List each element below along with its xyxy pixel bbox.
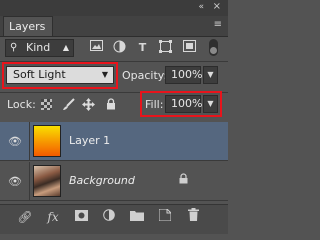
new-layer-icon[interactable] [156, 208, 174, 226]
collapse-icon[interactable]: « [198, 2, 204, 12]
new-group-icon[interactable] [128, 208, 146, 226]
filter-kind-label: Kind [26, 41, 51, 54]
panel-title-bar: « × [0, 0, 228, 16]
smart-object-filter-icon[interactable] [182, 40, 197, 55]
tab-layers[interactable]: Layers [3, 16, 53, 36]
close-icon[interactable]: × [213, 1, 221, 12]
opacity-label: Opacity: [122, 69, 168, 82]
eye-icon[interactable]: 👁︎ [8, 175, 22, 188]
type-filter-icon[interactable]: T [135, 40, 150, 55]
layer-name: Layer 1 [69, 134, 111, 147]
layer-row-layer-1[interactable]: 👁︎ Layer 1 [0, 122, 228, 161]
layers-panel: « × Layers ≡ ⚲ Kind ▲︎ T Soft Light ▼ Op… [0, 0, 228, 234]
opacity-dropdown[interactable]: ▼ [203, 66, 218, 84]
divider [29, 122, 30, 161]
divider [29, 162, 30, 201]
chevron-updown-icon: ▲︎ [62, 43, 69, 52]
lock-label: Lock: [7, 98, 36, 111]
eye-icon[interactable]: 👁︎ [8, 135, 22, 148]
filter-toggle[interactable] [209, 39, 218, 56]
add-mask-icon[interactable] [72, 208, 90, 226]
layer-row-background[interactable]: 👁︎ Background [0, 162, 228, 201]
delete-layer-icon[interactable] [184, 208, 202, 226]
highlight-blend-mode [2, 62, 118, 89]
lock-position-icon[interactable] [82, 98, 95, 111]
search-icon: ⚲ [10, 42, 18, 53]
highlight-fill [140, 91, 222, 117]
layers-list: 👁︎ Layer 1 👁︎ Background [0, 122, 228, 207]
tab-bar: Layers ≡ [0, 16, 228, 37]
lock-image-pixels-icon[interactable] [62, 98, 75, 111]
layer-name: Background [69, 174, 135, 187]
lock-icon [179, 173, 188, 187]
layer-thumbnail [33, 165, 61, 197]
shape-filter-icon[interactable] [158, 40, 173, 55]
layer-thumbnail [33, 125, 61, 157]
link-layers-icon[interactable]: 🔗︎ [16, 208, 34, 226]
lock-transparent-pixels-icon[interactable] [41, 99, 52, 110]
image-filter-icon[interactable] [89, 40, 104, 55]
adjustment-layer-icon[interactable] [100, 208, 118, 226]
adjustment-filter-icon[interactable] [112, 40, 127, 55]
fx-icon[interactable]: fx [44, 208, 62, 226]
panel-menu-icon[interactable]: ≡ [214, 19, 222, 30]
filter-kind-select[interactable]: ⚲ Kind ▲︎ [5, 39, 74, 57]
opacity-input[interactable]: 100% [165, 66, 202, 84]
lock-all-icon[interactable] [104, 98, 117, 111]
